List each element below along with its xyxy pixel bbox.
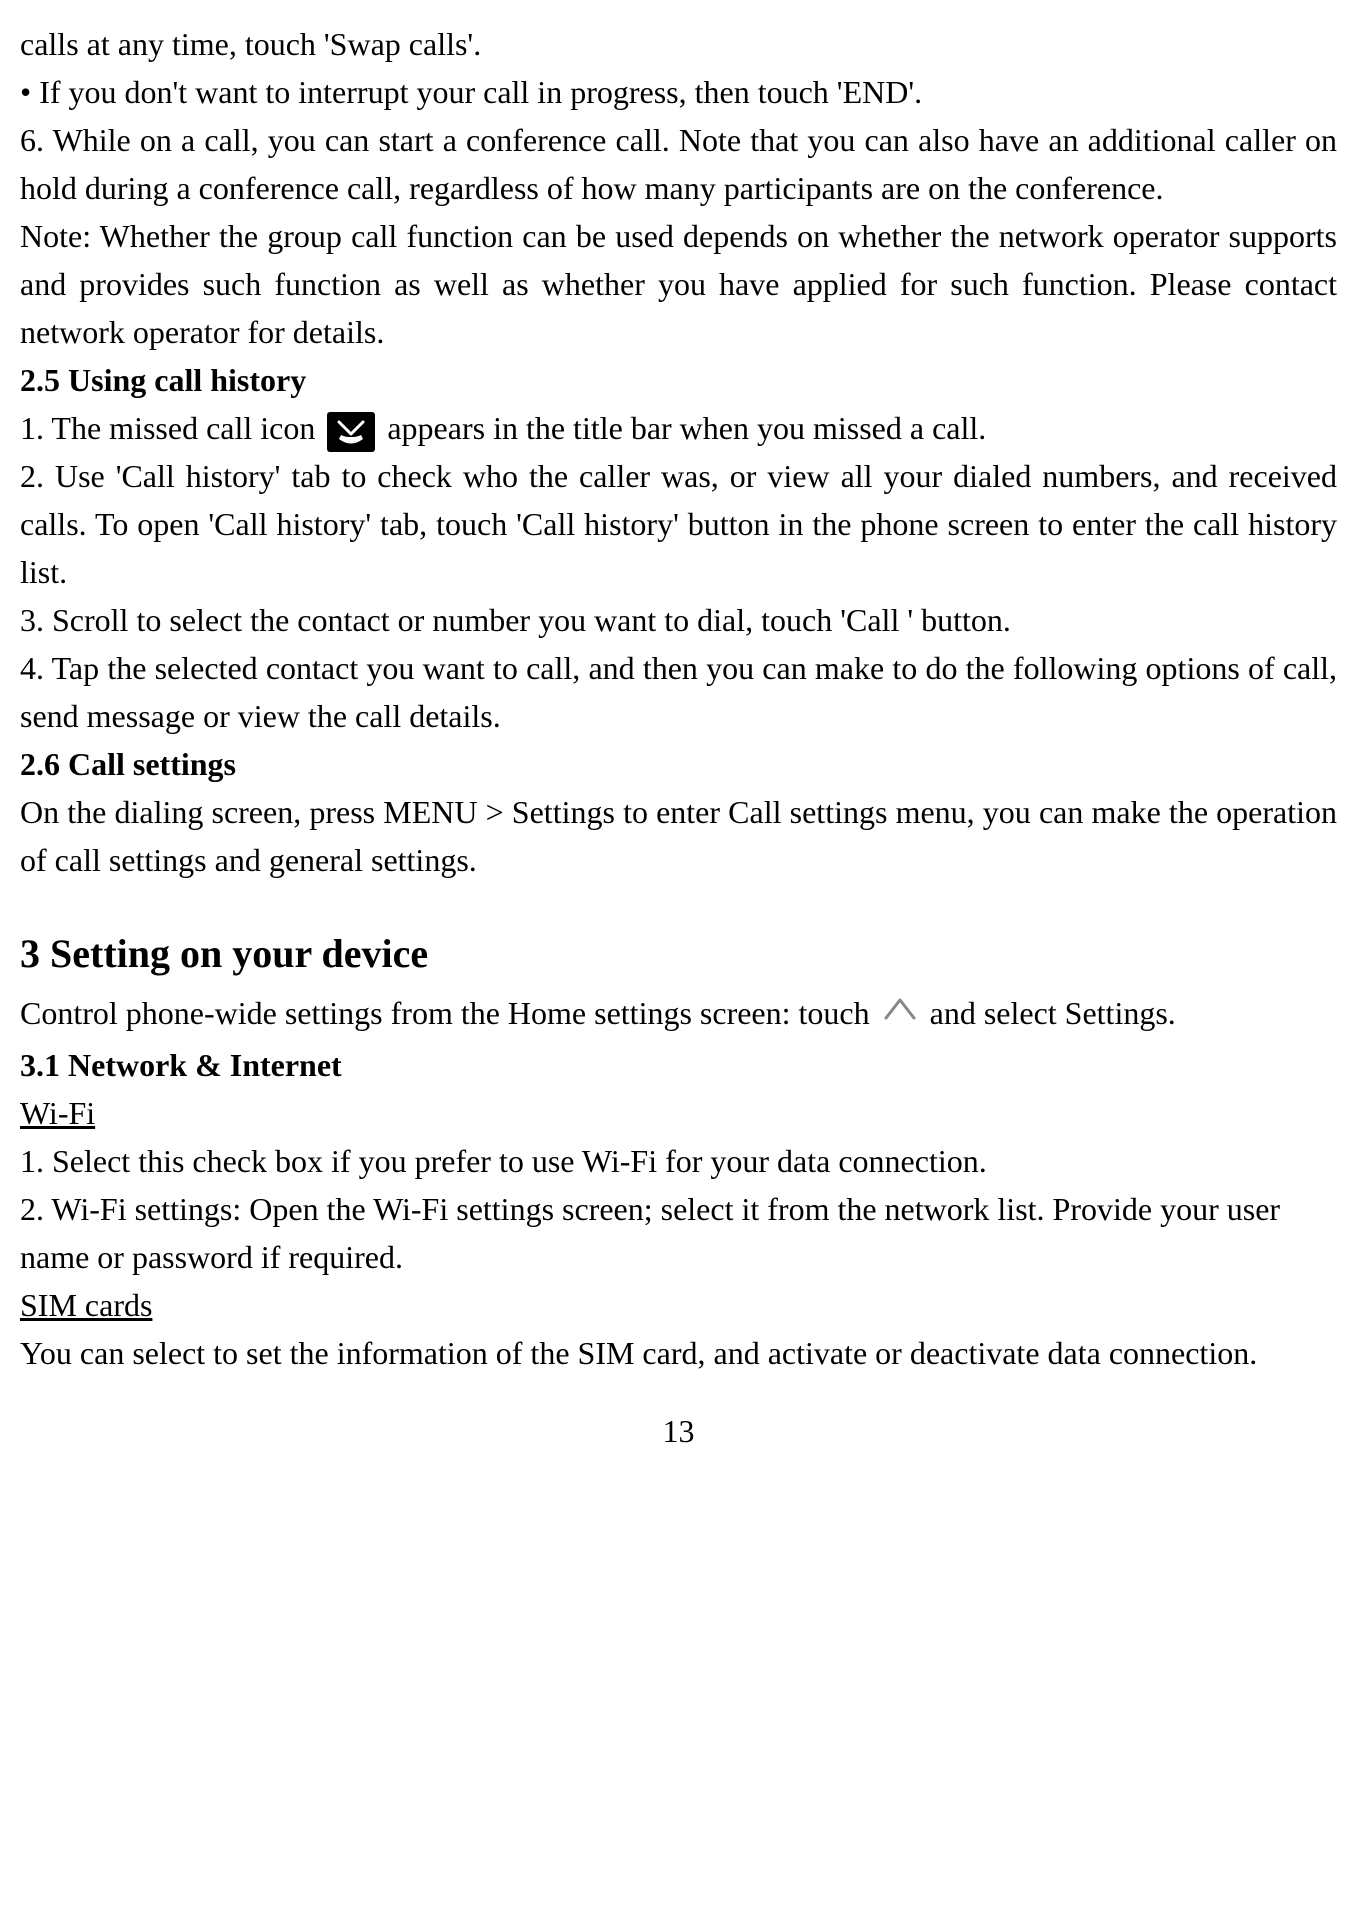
up-caret-icon [882,992,918,1041]
paragraph-end-call: • If you don't want to interrupt your ca… [20,68,1337,116]
paragraph-sim-info: You can select to set the information of… [20,1329,1337,1377]
paragraph-call-settings-menu: On the dialing screen, press MENU > Sett… [20,788,1337,884]
paragraph-conference-call: 6. While on a call, you can start a conf… [20,116,1337,212]
text-home-settings-b: and select Settings. [930,995,1176,1031]
paragraph-scroll-select: 3. Scroll to select the contact or numbe… [20,596,1337,644]
heading-3-1: 3.1 Network & Internet [20,1041,1337,1089]
text-home-settings-a: Control phone-wide settings from the Hom… [20,995,878,1031]
paragraph-wifi-settings: 2. Wi-Fi settings: Open the Wi-Fi settin… [20,1185,1337,1281]
paragraph-missed-call-icon: 1. The missed call icon appears in the t… [20,404,1337,452]
page-number: 13 [20,1407,1337,1455]
subheading-wifi: Wi-Fi [20,1089,1337,1137]
heading-2-5: 2.5 Using call history [20,356,1337,404]
paragraph-group-call-note: Note: Whether the group call function ca… [20,212,1337,356]
text-missed-call-a: 1. The missed call icon [20,410,323,446]
paragraph-call-history-tab: 2. Use 'Call history' tab to check who t… [20,452,1337,596]
subheading-sim-cards: SIM cards [20,1281,1337,1329]
missed-call-icon [327,412,375,452]
paragraph-wifi-checkbox: 1. Select this check box if you prefer t… [20,1137,1337,1185]
paragraph-tap-contact: 4. Tap the selected contact you want to … [20,644,1337,740]
heading-3: 3 Setting on your device [20,924,1337,984]
heading-2-6: 2.6 Call settings [20,740,1337,788]
text-missed-call-b: appears in the title bar when you missed… [387,410,986,446]
paragraph-swap-calls: calls at any time, touch 'Swap calls'. [20,20,1337,68]
paragraph-home-settings: Control phone-wide settings from the Hom… [20,989,1337,1041]
